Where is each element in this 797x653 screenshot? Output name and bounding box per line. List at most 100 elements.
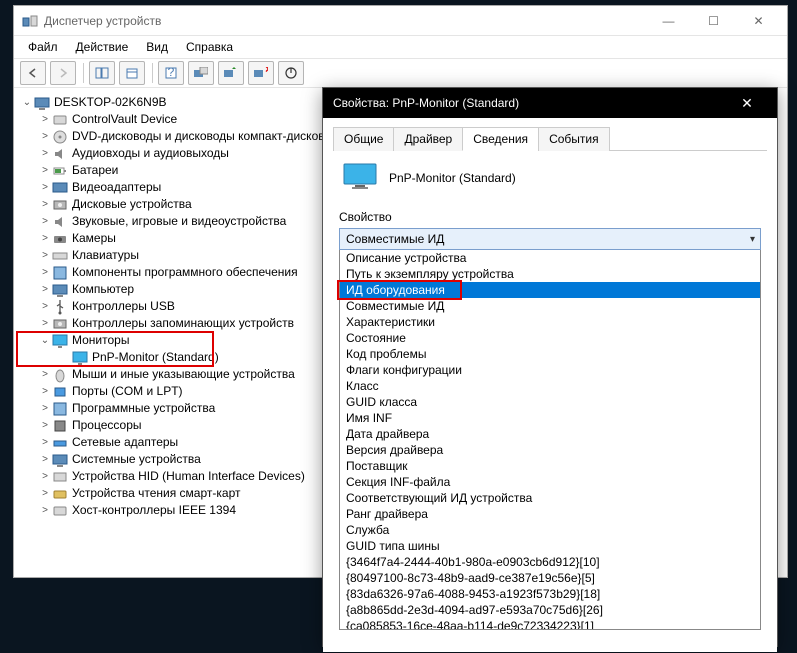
toolbar-update[interactable] [218,61,244,85]
chevron-icon[interactable]: > [38,468,52,485]
tab-details[interactable]: Сведения [462,127,539,151]
device-icon [52,265,68,281]
svg-text:?: ? [168,67,175,79]
device-icon [52,486,68,502]
chevron-icon[interactable]: > [38,451,52,468]
device-icon [52,146,68,162]
device-icon [52,248,68,264]
chevron-icon[interactable]: > [38,315,52,332]
chevron-icon[interactable]: > [38,145,52,162]
chevron-icon[interactable]: > [38,400,52,417]
chevron-icon[interactable]: > [38,128,52,145]
chevron-icon[interactable]: > [38,502,52,519]
property-combobox[interactable]: Совместимые ИД [339,228,761,250]
toolbar-uninstall[interactable]: × [248,61,274,85]
property-dropdown[interactable]: Описание устройстваПуть к экземпляру уст… [339,250,761,630]
chevron-icon[interactable]: > [38,417,52,434]
highlight-hw-id [337,280,462,300]
tree-node-label: Контроллеры USB [72,298,175,315]
dropdown-item[interactable]: Характеристики [340,314,760,330]
dropdown-item[interactable]: Описание устройства [340,250,760,266]
dropdown-item[interactable]: {ca085853-16ce-48aa-b114-de9c72334223}[1… [340,618,760,630]
chevron-icon[interactable]: ⌄ [38,332,52,349]
dropdown-item[interactable]: Флаги конфигурации [340,362,760,378]
toolbar-disable[interactable] [278,61,304,85]
app-icon [22,13,38,29]
menu-action[interactable]: Действие [68,38,137,56]
dropdown-item[interactable]: Поставщик [340,458,760,474]
menu-help[interactable]: Справка [178,38,241,56]
tree-node-label: Сетевые адаптеры [72,434,178,451]
tree-node-label: Порты (COM и LPT) [72,383,183,400]
device-icon [52,316,68,332]
dropdown-item[interactable]: {83da6326-97a6-4088-9453-a1923f573b29}[1… [340,586,760,602]
chevron-icon[interactable]: > [38,366,52,383]
tab-general[interactable]: Общие [333,127,394,151]
dropdown-item[interactable]: GUID типа шины [340,538,760,554]
dropdown-item[interactable]: Имя INF [340,410,760,426]
dropdown-item[interactable]: Класс [340,378,760,394]
chevron-icon[interactable]: > [38,298,52,315]
dropdown-item[interactable]: Код проблемы [340,346,760,362]
menu-view[interactable]: Вид [138,38,176,56]
dropdown-item[interactable]: Состояние [340,330,760,346]
toolbar-properties[interactable] [119,61,145,85]
device-icon [52,214,68,230]
chevron-icon[interactable]: > [38,434,52,451]
dropdown-item[interactable]: {a8b865dd-2e3d-4094-ad97-e593a70c75d6}[2… [340,602,760,618]
chevron-icon[interactable]: > [38,230,52,247]
chevron-icon[interactable]: > [38,485,52,502]
device-icon [52,180,68,196]
device-icon [52,384,68,400]
dropdown-item[interactable]: Секция INF-файла [340,474,760,490]
dropdown-item[interactable]: Совместимые ИД [340,298,760,314]
chevron-icon[interactable]: > [38,196,52,213]
tree-node-label: Клавиатуры [72,247,139,264]
chevron-icon[interactable]: > [38,111,52,128]
tree-node-label: Системные устройства [72,451,201,468]
dropdown-item[interactable]: {3464f7a4-2444-40b1-980a-e0903cb6d912}[1… [340,554,760,570]
device-icon [52,418,68,434]
menu-file[interactable]: Файл [20,38,66,56]
dropdown-item[interactable]: Версия драйвера [340,442,760,458]
properties-close-button[interactable]: ✕ [727,88,767,118]
window-title: Диспетчер устройств [44,14,161,28]
tree-node-label: Программные устройства [72,400,215,417]
dropdown-item[interactable]: Служба [340,522,760,538]
device-icon [52,299,68,315]
chevron-icon[interactable]: > [38,383,52,400]
dropdown-item[interactable]: {80497100-8c73-48b9-aad9-ce387e19c56e}[5… [340,570,760,586]
toolbar: ? × [14,58,787,88]
dropdown-item[interactable]: Соответствующий ИД устройства [340,490,760,506]
property-label: Свойство [339,210,761,224]
combo-value: Совместимые ИД [346,232,444,246]
tree-node-label: Мониторы [72,332,129,349]
monitor-icon [343,163,377,192]
dropdown-item[interactable]: Дата драйвера [340,426,760,442]
chevron-icon[interactable]: > [38,179,52,196]
chevron-icon[interactable]: > [38,162,52,179]
device-icon [52,503,68,519]
toolbar-back[interactable] [20,61,46,85]
tree-node-label: Устройства HID (Human Interface Devices) [72,468,305,485]
device-name: PnP-Monitor (Standard) [389,171,516,185]
chevron-down-icon[interactable]: ⌄ [20,94,34,111]
toolbar-forward[interactable] [50,61,76,85]
minimize-button[interactable]: — [646,7,691,35]
tree-node-label: Камеры [72,230,116,247]
svg-text:×: × [265,67,268,76]
toolbar-scan[interactable] [188,61,214,85]
chevron-icon[interactable]: > [38,264,52,281]
dropdown-item[interactable]: GUID класса [340,394,760,410]
tab-driver[interactable]: Драйвер [393,127,463,151]
tab-events[interactable]: События [538,127,610,151]
toolbar-help[interactable]: ? [158,61,184,85]
chevron-icon[interactable]: > [38,281,52,298]
menubar: Файл Действие Вид Справка [14,36,787,58]
maximize-button[interactable]: ☐ [691,7,736,35]
chevron-icon[interactable]: > [38,247,52,264]
dropdown-item[interactable]: Ранг драйвера [340,506,760,522]
toolbar-show-hide[interactable] [89,61,115,85]
chevron-icon[interactable]: > [38,213,52,230]
close-button[interactable]: ✕ [736,7,781,35]
